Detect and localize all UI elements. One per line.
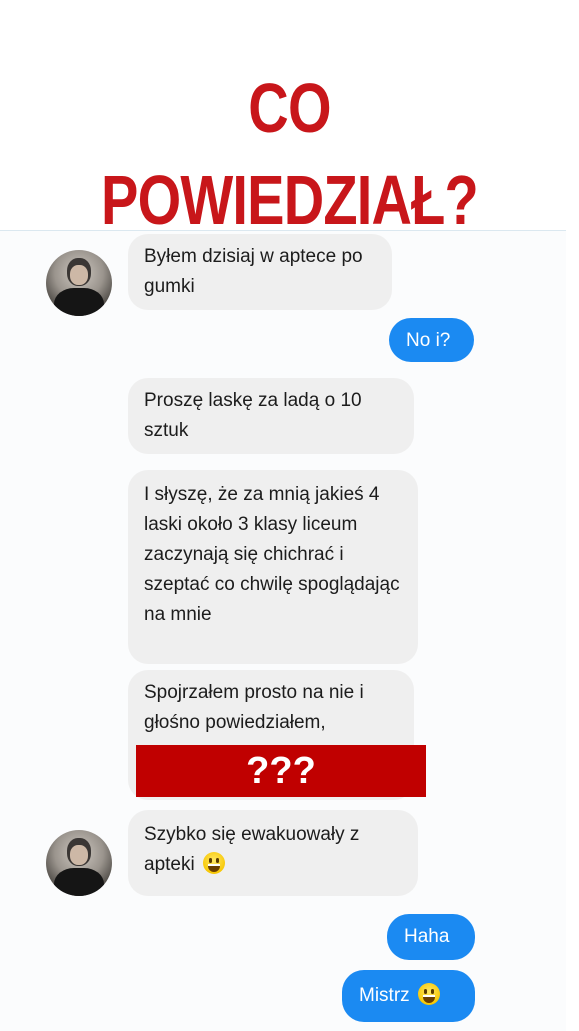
message-text: Proszę laskę za ladą o 10 sztuk <box>144 390 362 441</box>
incoming-message: Byłem dzisiaj w aptece po gumki <box>128 234 392 310</box>
message-text: No i? <box>406 330 451 351</box>
censor-bar: ??? <box>136 745 426 797</box>
message-text: Spojrzałem prosto na nie i głośno powied… <box>144 682 364 733</box>
message-text: I słyszę, że za mnią jakieś 4 laski okoł… <box>144 484 400 625</box>
outgoing-message: Haha <box>387 914 475 960</box>
grinning-face-emoji-icon <box>417 983 440 1005</box>
sender-avatar[interactable] <box>46 830 112 896</box>
message-text: Byłem dzisiaj w aptece po gumki <box>144 246 363 297</box>
sender-avatar[interactable] <box>46 250 112 316</box>
incoming-message: Proszę laskę za ladą o 10 sztuk <box>128 378 414 454</box>
outgoing-message: Mistrz <box>342 970 475 1022</box>
message-text: Szybko się ewakuowały z apteki <box>144 824 360 875</box>
outgoing-message: No i? <box>389 318 474 362</box>
message-text: Mistrz <box>359 985 410 1006</box>
message-text: Haha <box>404 926 450 947</box>
headline: CO POWIEDZIAŁ? <box>101 69 479 239</box>
incoming-message: Szybko się ewakuowały z apteki <box>128 810 418 896</box>
incoming-message: I słyszę, że za mnią jakieś 4 laski okoł… <box>128 470 418 664</box>
grinning-face-emoji-icon <box>202 852 225 874</box>
